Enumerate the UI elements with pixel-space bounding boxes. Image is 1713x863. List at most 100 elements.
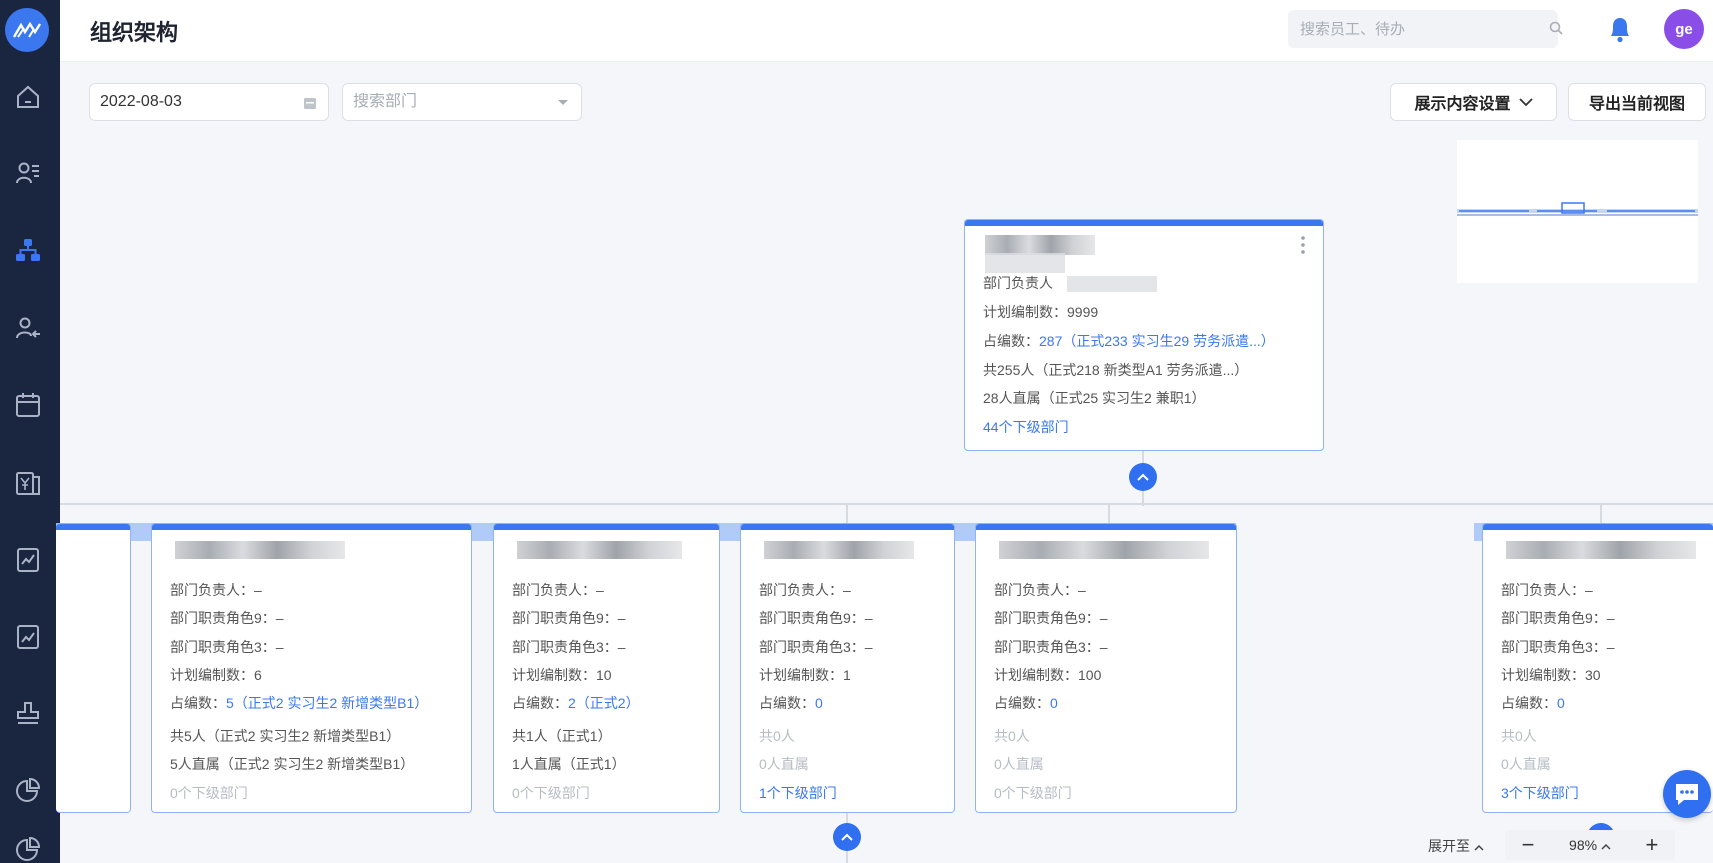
occupied-value-link[interactable]: 0 [1050, 695, 1058, 711]
occupied-value-link[interactable]: 5（正式2 实习生2 新增类型B1） [226, 695, 428, 711]
nav-analytics[interactable] [0, 770, 55, 810]
dept-direct: 0人直属 [994, 756, 1044, 772]
date-picker[interactable] [89, 83, 329, 121]
nav-onboarding[interactable] [0, 308, 55, 348]
export-view-button[interactable]: 导出当前视图 [1568, 83, 1706, 121]
occupied-value-link[interactable]: 287（正式233 实习生29 劳务派遣...） [1039, 333, 1275, 349]
dept-total: 共0人 [759, 728, 795, 744]
zoom-level-dropdown[interactable]: 98% [1569, 837, 1611, 853]
nav-approval[interactable] [0, 693, 55, 733]
user-avatar[interactable]: ge [1664, 9, 1704, 49]
chat-bubble-icon [1676, 784, 1698, 805]
nav-reports[interactable] [0, 617, 55, 657]
dept-occupied[interactable]: 占编数：0 [994, 693, 1058, 713]
root-direct: 28人直属（正式25 实习生2 兼职1） [983, 390, 1206, 406]
home-icon [16, 85, 39, 108]
occupied-label: 占编数： [1501, 695, 1557, 711]
dept-plan: 计划编制数：6 [170, 667, 262, 683]
dept-card[interactable]: 部门负责人：– 部门职责角色9：– 部门职责角色3：– 计划编制数：1 占编数：… [740, 523, 955, 813]
dept-leader: 部门负责人：– [759, 582, 851, 598]
dept-card[interactable]: 部门负责人：– 部门职责角色9：– 部门职责角色3：– 计划编制数：100 占编… [975, 523, 1237, 813]
connector-line [1108, 503, 1110, 525]
nav-employees[interactable] [0, 153, 55, 193]
dept-role9: 部门职责角色9：– [1501, 610, 1615, 626]
dept-plan: 计划编制数：1 [759, 667, 851, 683]
leader-name-redacted [1066, 276, 1157, 293]
card-topbar [494, 524, 719, 530]
global-search-input[interactable] [1288, 10, 1558, 48]
page-title: 组织架构 [90, 20, 179, 45]
card-topbar [741, 524, 954, 530]
app-logo[interactable] [5, 8, 49, 52]
zoom-level: 98% [1569, 837, 1598, 853]
dept-total: 共1人（正式1） [512, 728, 612, 744]
dept-leader: 部门负责人：– [512, 582, 604, 598]
dept-occupied[interactable]: 占编数：2（正式2） [512, 693, 640, 713]
collapse-root-button[interactable] [1129, 463, 1157, 491]
sidebar [0, 0, 60, 863]
dept-search-input[interactable] [353, 93, 581, 111]
expand-to-dropdown[interactable]: 展开至 [1428, 836, 1484, 856]
dept-sub-depts-link[interactable]: 1个下级部门 [759, 783, 837, 803]
search-icon[interactable] [1548, 20, 1564, 36]
user-arrow-icon [15, 317, 40, 339]
caret-down-icon [558, 100, 568, 105]
dept-leader: 部门负责人：– [1501, 582, 1593, 598]
connector-line [846, 503, 848, 525]
chevron-up-icon [1137, 473, 1149, 481]
occupied-label: 占编数： [170, 695, 226, 711]
nav-more[interactable] [0, 835, 55, 863]
root-sub-depts-link[interactable]: 44个下级部门 [983, 417, 1069, 437]
zoom-out-button[interactable]: − [1515, 832, 1541, 858]
dept-sub-depts-link[interactable]: 3个下级部门 [1501, 783, 1579, 803]
nav-attendance[interactable] [0, 385, 55, 425]
chat-support-button[interactable] [1663, 770, 1711, 818]
dept-total: 共0人 [1501, 728, 1537, 744]
logo-icon [12, 21, 42, 38]
chevron-down-icon [1518, 97, 1533, 106]
dept-role9: 部门职责角色9：– [994, 610, 1108, 626]
dept-search-select[interactable] [342, 83, 582, 121]
occupied-value-link[interactable]: 0 [1557, 695, 1565, 711]
chevron-up-icon [1474, 844, 1484, 851]
nav-performance[interactable] [0, 540, 55, 580]
nav-org-chart[interactable] [0, 230, 55, 270]
date-input[interactable] [100, 93, 328, 111]
dept-direct: 0人直属 [1501, 756, 1551, 772]
calendar-icon [304, 98, 316, 109]
dept-plan: 计划编制数：100 [994, 667, 1102, 683]
occupied-label: 占编数： [983, 333, 1039, 349]
nav-payroll[interactable] [0, 463, 55, 503]
dept-name-redacted [764, 541, 914, 559]
occupied-label: 占编数： [759, 695, 815, 711]
zoom-in-button[interactable]: + [1639, 832, 1665, 858]
occupied-value-link[interactable]: 2（正式2） [568, 695, 640, 711]
calendar-icon [15, 393, 40, 417]
dept-occupied[interactable]: 占编数：0 [759, 693, 823, 713]
nav-home[interactable] [0, 77, 55, 117]
dept-plan: 计划编制数：10 [512, 667, 612, 683]
root-occupied[interactable]: 占编数：287（正式233 实习生29 劳务派遣...） [983, 331, 1275, 351]
display-settings-button[interactable]: 展示内容设置 [1390, 83, 1557, 121]
dept-card[interactable]: 部门负责人：– 部门职责角色9：– 部门职责角色3：– 计划编制数：6 占编数：… [151, 523, 472, 813]
dept-card[interactable]: 部门负责人：– 部门职责角色9：– 部门职责角色3：– 计划编制数：10 占编数… [493, 523, 720, 813]
occupied-value-link[interactable]: 0 [815, 695, 823, 711]
dept-sub-depts: 0个下级部门 [512, 785, 590, 801]
more-icon[interactable] [1301, 236, 1305, 254]
dept-card[interactable]: 部门负责人：– 部门职责角色9：– 部门职责角色3：– 计划编制数：30 占编数… [1482, 523, 1713, 813]
display-settings-label: 展示内容设置 [1414, 96, 1511, 113]
dept-role3: 部门职责角色3：– [759, 639, 873, 655]
dept-role3: 部门职责角色3：– [170, 639, 284, 655]
chart-doc-icon [16, 548, 39, 572]
card-topbar [965, 220, 1323, 226]
dept-occupied[interactable]: 占编数：5（正式2 实习生2 新增类型B1） [170, 693, 428, 713]
chevron-up-icon [841, 833, 853, 841]
dept-role3: 部门职责角色3：– [1501, 639, 1615, 655]
collapse-dept-button[interactable] [833, 823, 861, 851]
dept-card-partial[interactable] [56, 523, 131, 813]
minimap[interactable] [1457, 140, 1698, 283]
root-dept-card[interactable]: 部门负责人 计划编制数：9999 占编数：287（正式233 实习生29 劳务派… [964, 219, 1324, 451]
dept-occupied[interactable]: 占编数：0 [1501, 693, 1565, 713]
bell-icon[interactable] [1606, 14, 1634, 44]
root-plan: 计划编制数：9999 [983, 304, 1099, 320]
